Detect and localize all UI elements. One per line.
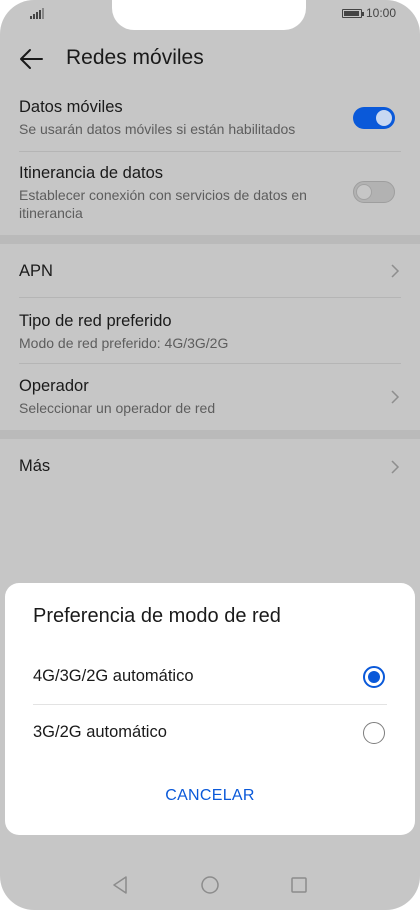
- status-bar-right: 10:00: [341, 6, 396, 20]
- setting-label: Más: [19, 457, 51, 475]
- setting-mas[interactable]: Más: [19, 457, 401, 476]
- battery-icon: [341, 8, 364, 18]
- section-separator: [0, 430, 420, 439]
- section-separator: [0, 235, 420, 244]
- radio-unselected-icon[interactable]: [363, 722, 385, 744]
- setting-description: Seleccionar un operador de red: [19, 400, 216, 416]
- signal-icon: [30, 8, 44, 19]
- setting-operador[interactable]: Operador Seleccionar un operador de red: [19, 377, 401, 417]
- option-4g-3g-2g[interactable]: 4G/3G/2G automático: [33, 649, 387, 705]
- divider: [19, 363, 401, 364]
- setting-description: Modo de red preferido: 4G/3G/2G: [19, 335, 229, 351]
- phone-screen: 10:00 Redes móviles Datos móviles Se usa…: [0, 0, 420, 910]
- dialog-title: Preferencia de modo de red: [33, 605, 281, 627]
- network-mode-dialog: Preferencia de modo de red 4G/3G/2G auto…: [5, 583, 415, 835]
- chevron-right-icon: [391, 264, 400, 278]
- setting-itinerancia[interactable]: Itinerancia de datos Establecer conexión…: [19, 164, 338, 222]
- option-label: 4G/3G/2G automático: [33, 667, 194, 685]
- setting-description: Establecer conexión con servicios de dat…: [19, 187, 307, 221]
- setting-description: Se usarán datos móviles si están habilit…: [19, 121, 296, 137]
- chevron-right-icon: [391, 390, 400, 404]
- option-label: 3G/2G automático: [33, 723, 167, 741]
- chevron-right-icon: [391, 460, 400, 474]
- setting-label: Itinerancia de datos: [19, 164, 164, 182]
- radio-selected-icon[interactable]: [363, 666, 385, 688]
- page-title: Redes móviles: [66, 46, 204, 69]
- divider: [19, 297, 401, 298]
- divider: [19, 151, 401, 152]
- setting-label: Tipo de red preferido: [19, 312, 172, 330]
- option-3g-2g[interactable]: 3G/2G automático: [33, 705, 387, 761]
- home-circle-icon[interactable]: [200, 874, 220, 896]
- back-arrow-icon[interactable]: [18, 46, 44, 72]
- datos-moviles-toggle[interactable]: [353, 107, 395, 129]
- setting-label: APN: [19, 262, 53, 280]
- app-header: Redes móviles: [0, 38, 420, 80]
- setting-apn[interactable]: APN: [19, 262, 401, 281]
- setting-label: Datos móviles: [19, 98, 123, 116]
- setting-label: Operador: [19, 377, 89, 395]
- setting-datos-moviles[interactable]: Datos móviles Se usarán datos móviles si…: [19, 98, 401, 138]
- itinerancia-toggle[interactable]: [353, 181, 395, 203]
- status-time: 10:00: [365, 6, 396, 20]
- camera-notch: [112, 0, 306, 30]
- setting-tipo-red[interactable]: Tipo de red preferido Modo de red prefer…: [19, 312, 401, 352]
- recents-square-icon[interactable]: [289, 874, 309, 896]
- back-triangle-icon[interactable]: [111, 874, 129, 896]
- cancel-button[interactable]: CANCELAR: [5, 787, 415, 805]
- navigation-bar: [0, 866, 420, 906]
